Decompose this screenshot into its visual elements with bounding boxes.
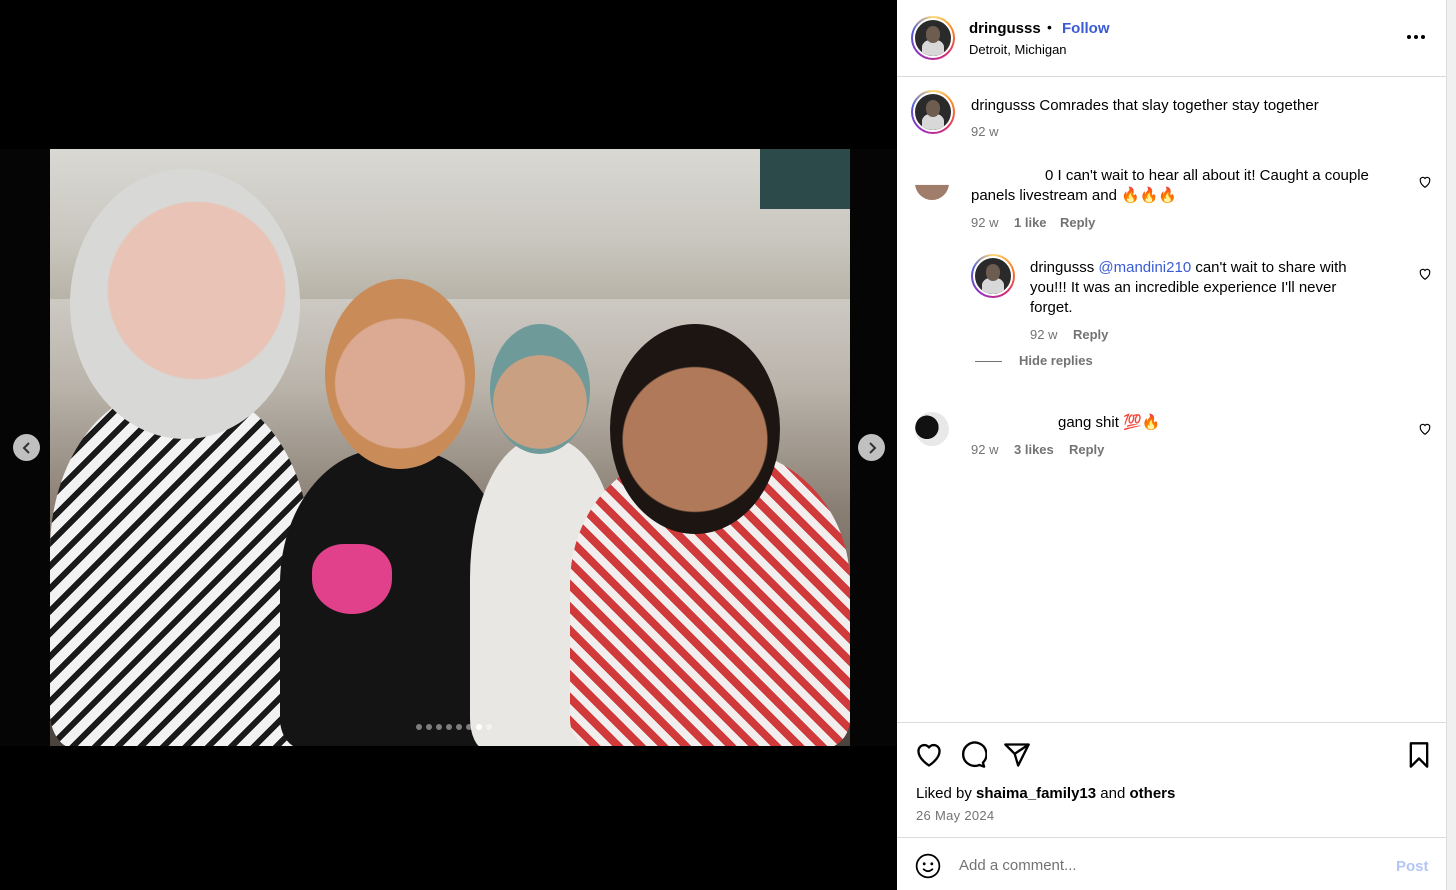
photo-person-1	[50, 389, 310, 746]
chevron-right-icon	[868, 441, 876, 454]
comment-2-reply-button[interactable]: Reply	[1069, 442, 1104, 457]
comment-2-avatar[interactable]	[915, 412, 949, 446]
carousel-dot	[456, 724, 462, 730]
liked-by-and: and	[1100, 785, 1126, 802]
carousel-dot	[436, 724, 442, 730]
comment-input[interactable]	[959, 853, 1379, 877]
reply-username[interactable]: dringusss	[1030, 259, 1094, 276]
post-header: dringusss • Follow Detroit, Michigan	[897, 0, 1446, 77]
carousel-dot	[486, 724, 492, 730]
caption: dringusss Comrades that slay together st…	[971, 96, 1319, 116]
more-horizontal-icon	[1407, 35, 1425, 39]
reply-text-3: forget.	[1030, 299, 1073, 316]
post-date[interactable]: 26 May 2024	[916, 808, 994, 823]
carousel-dot	[466, 724, 472, 730]
like-reply-heart-icon[interactable]	[1418, 267, 1432, 281]
carousel-indicator	[416, 724, 492, 730]
caption-text: Comrades that slay together stay togethe…	[1039, 97, 1319, 114]
reply-reply-button[interactable]: Reply	[1073, 327, 1108, 342]
post-actions: Liked by shaima_family13 and others 26 M…	[897, 722, 1446, 837]
follow-button[interactable]: Follow	[1062, 20, 1110, 37]
like-comment-2-heart-icon[interactable]	[1418, 422, 1432, 436]
liked-by-others[interactable]: others	[1130, 785, 1176, 802]
carousel-dot	[446, 724, 452, 730]
comment-2-text: gang shit 💯🔥	[1058, 414, 1161, 431]
caption-avatar[interactable]	[911, 90, 955, 134]
comment-1-line2: panels livestream and 🔥🔥🔥	[971, 187, 1178, 204]
post-comment-button[interactable]: Post	[1396, 858, 1429, 875]
comment-bubble-icon[interactable]	[959, 741, 987, 769]
more-options-button[interactable]	[1402, 27, 1430, 47]
carousel-dot	[416, 724, 422, 730]
share-send-icon[interactable]	[1003, 741, 1031, 769]
reply-text-1: can't wait to share with	[1195, 259, 1347, 276]
caption-username[interactable]: dringusss	[971, 97, 1035, 114]
emoji-icon[interactable]	[915, 853, 941, 879]
comment-1-line1: 0 I can't wait to hear all about it! Cau…	[1045, 167, 1369, 184]
post-location[interactable]: Detroit, Michigan	[969, 42, 1067, 57]
comment-2-time[interactable]: 92 w	[971, 442, 998, 457]
post-photo	[50, 149, 850, 746]
hide-replies-button[interactable]: Hide replies	[1019, 353, 1093, 368]
reply-avatar[interactable]	[971, 254, 1015, 298]
hide-replies-line	[975, 361, 1002, 362]
photo-shirt-heart	[312, 544, 392, 614]
comment-1-avatar[interactable]	[915, 166, 949, 200]
liked-by-user[interactable]: shaima_family13	[976, 785, 1096, 802]
carousel-prev-button[interactable]	[13, 434, 40, 461]
chevron-left-icon	[22, 441, 30, 454]
reply-time[interactable]: 92 w	[1030, 327, 1057, 342]
carousel-dot	[476, 724, 482, 730]
caption-time[interactable]: 92 w	[971, 124, 998, 139]
comment-2-likes[interactable]: 3 likes	[1014, 442, 1054, 457]
photo-person-4-head	[610, 324, 780, 534]
author-username[interactable]: dringusss	[969, 20, 1041, 37]
author-avatar[interactable]	[911, 16, 955, 60]
photo-person-3-head	[490, 324, 590, 454]
photo-person-2-head	[325, 279, 475, 469]
comment-1-likes[interactable]: 1 like	[1014, 215, 1047, 230]
comment-bar: Post	[897, 837, 1446, 890]
carousel-next-button[interactable]	[858, 434, 885, 461]
save-bookmark-icon[interactable]	[1405, 741, 1433, 769]
media-viewer	[0, 0, 897, 890]
photo-person-1-head	[70, 169, 300, 439]
post-panel: dringusss • Follow Detroit, Michigan dri…	[897, 0, 1446, 890]
liked-by: Liked by shaima_family13 and others	[916, 785, 1175, 802]
header-separator: •	[1047, 19, 1052, 35]
photo-sign	[760, 149, 850, 209]
comment-1-time[interactable]: 92 w	[971, 215, 998, 230]
carousel-dot	[426, 724, 432, 730]
like-heart-icon[interactable]	[915, 741, 943, 769]
reply-text-2: you!!! It was an incredible experience I…	[1030, 279, 1337, 296]
like-comment-1-heart-icon[interactable]	[1418, 175, 1432, 189]
page-scrollbar[interactable]	[1446, 0, 1456, 890]
reply-text: dringusss @mandini210 can't wait to shar…	[1030, 258, 1400, 278]
reply-mention[interactable]: @mandini210	[1098, 259, 1191, 276]
comment-1-reply-button[interactable]: Reply	[1060, 215, 1095, 230]
liked-by-prefix: Liked by	[916, 785, 972, 802]
